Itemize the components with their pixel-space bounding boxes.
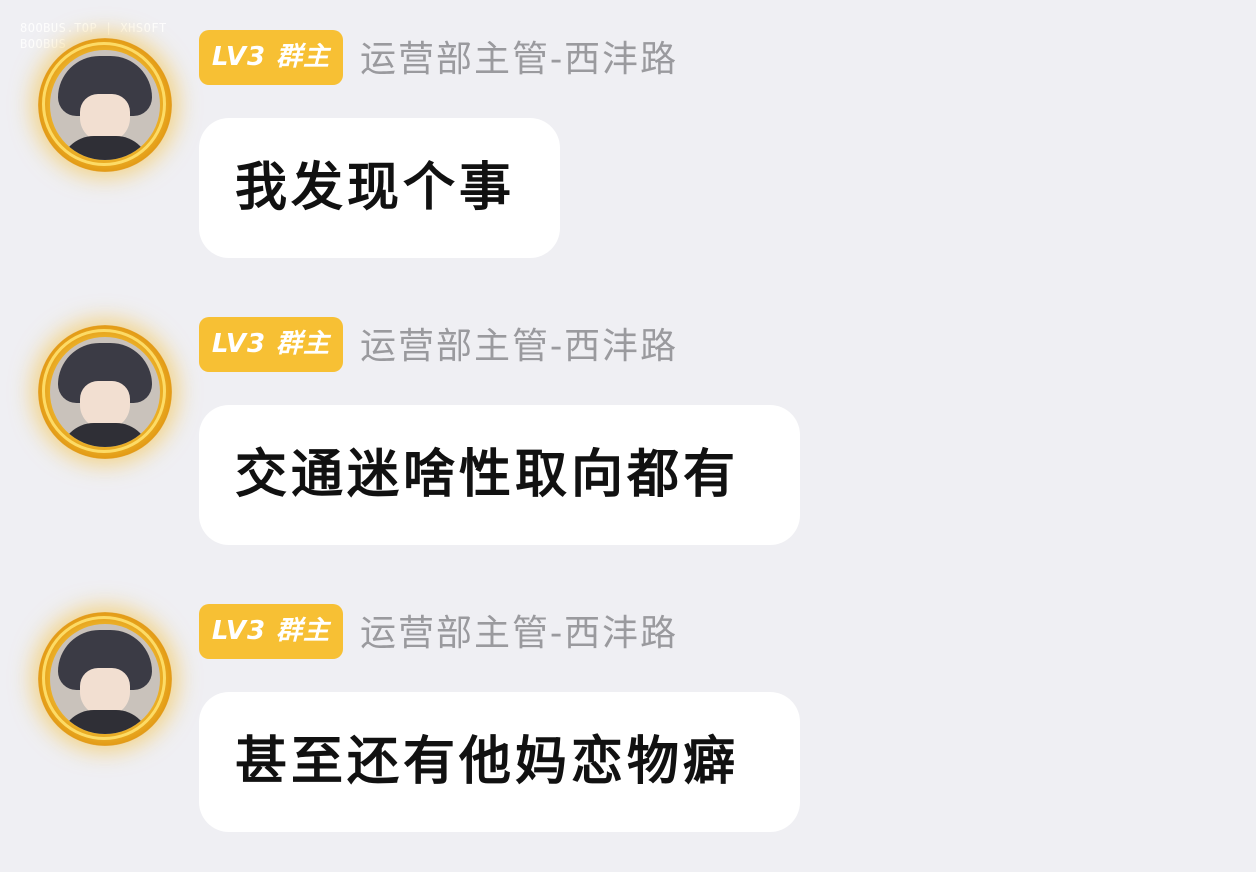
message-bubble[interactable]: 我发现个事 xyxy=(199,118,560,258)
avatar[interactable] xyxy=(38,325,172,459)
avatar[interactable] xyxy=(38,38,172,172)
chat-message: LV3 群主 运营部主管-西沣路 交通迷啥性取向都有 xyxy=(0,287,1256,547)
chat-message: LV3 群主 运营部主管-西沣路 甚至还有他妈恋物癖 xyxy=(0,574,1256,834)
chat-message: LV3 群主 运营部主管-西沣路 我发现个事 xyxy=(0,0,1256,260)
avatar-frame xyxy=(42,42,166,166)
message-bubble[interactable]: 交通迷啥性取向都有 xyxy=(199,405,800,545)
level-badge: LV3 群主 xyxy=(199,604,343,659)
sender-name[interactable]: 运营部主管-西沣路 xyxy=(360,606,678,661)
avatar-frame xyxy=(42,329,166,453)
avatar-frame xyxy=(42,616,166,740)
level-badge: LV3 群主 xyxy=(199,30,343,85)
sender-name[interactable]: 运营部主管-西沣路 xyxy=(360,319,678,374)
message-bubble[interactable]: 甚至还有他妈恋物癖 xyxy=(199,692,800,832)
level-badge: LV3 群主 xyxy=(199,317,343,372)
sender-name[interactable]: 运营部主管-西沣路 xyxy=(360,32,678,87)
avatar[interactable] xyxy=(38,612,172,746)
